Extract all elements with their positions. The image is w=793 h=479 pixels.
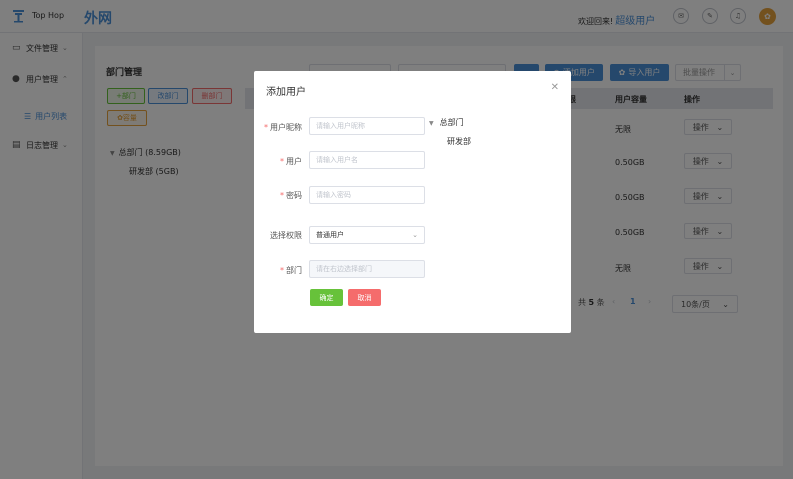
modal-dept-tree-child[interactable]: 研发部 [447,136,471,147]
permission-label: 选择权限 [270,231,302,240]
department-label-text: 部门 [286,266,302,275]
dialog-title: 添加用户 [266,87,306,98]
department-label: * 部门 [254,265,302,276]
permission-value: 普通用户 [316,231,344,239]
cancel-button[interactable]: 取消 [348,289,381,306]
add-user-dialog: 添加用户 ✕ * 用户昵称 请输入用户昵称 * 用户 请输入用户名 * 密码 请输入密… [254,71,571,333]
nickname-label-text: 用户昵称 [270,123,302,132]
username-label: * 用户 [254,156,302,167]
department-input: 请在右边选择部门 [309,260,425,278]
close-icon[interactable]: ✕ [551,82,559,93]
required-mark: * [280,266,284,275]
required-mark: * [280,191,284,200]
password-label: * 密码 [254,190,302,201]
caret-down-icon: ▼ [429,120,434,127]
password-label-text: 密码 [286,191,302,200]
modal-dept-root-label: 总部门 [439,118,464,127]
nickname-label: * 用户昵称 [254,122,302,133]
password-input[interactable]: 请输入密码 [309,186,425,204]
chevron-down-icon: ⌄ [412,231,418,239]
modal-dept-tree-root[interactable]: ▼ 总部门 [429,117,464,128]
required-mark: * [280,157,284,166]
username-label-text: 用户 [286,157,302,166]
required-mark: * [264,123,268,132]
confirm-button[interactable]: 确定 [310,289,343,306]
nickname-input[interactable]: 请输入用户昵称 [309,117,425,135]
username-input[interactable]: 请输入用户名 [309,151,425,169]
permission-select[interactable]: 普通用户 ⌄ [309,226,425,244]
